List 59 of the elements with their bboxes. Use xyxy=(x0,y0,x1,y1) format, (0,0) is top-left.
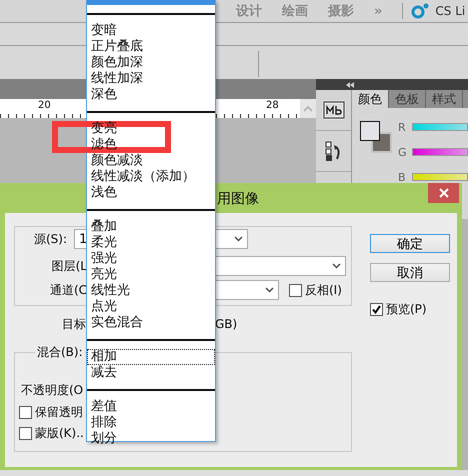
field-label: 不透明度(O xyxy=(21,382,84,398)
field-label: 源(S): xyxy=(34,230,68,248)
checkbox[interactable] xyxy=(19,426,32,440)
checkbox-label: 蒙版(K).. xyxy=(35,424,84,442)
dialog-button[interactable]: 确定 xyxy=(370,234,450,253)
history-icon[interactable] xyxy=(324,141,342,161)
menu-item[interactable]: 点光 xyxy=(87,299,215,315)
caret-icon xyxy=(265,287,274,293)
check-icon xyxy=(372,305,381,314)
close-icon xyxy=(438,188,448,198)
checkbox-label: 预览(P) xyxy=(386,301,427,318)
channel-label: B xyxy=(398,170,407,184)
menu-item[interactable]: 柔光 xyxy=(87,235,215,251)
checkbox-label: 反相(I) xyxy=(305,282,342,298)
menu-item[interactable]: 颜色加深 xyxy=(87,55,215,71)
menu-item[interactable]: 差值 xyxy=(87,399,215,415)
dialog-button[interactable]: 取消 xyxy=(370,263,450,282)
channel-label: G xyxy=(398,146,408,158)
menu-item[interactable]: 线性加深 xyxy=(87,71,215,87)
menu-item[interactable]: 亮光 xyxy=(87,267,215,283)
checkbox[interactable] xyxy=(19,406,32,418)
checkbox[interactable] xyxy=(370,303,383,316)
menu-item[interactable]: 深色 xyxy=(87,87,215,103)
ruler-label: 28 xyxy=(266,100,279,111)
panel-tab[interactable]: 颜色 xyxy=(352,90,389,108)
color-ramp[interactable] xyxy=(412,148,468,156)
color-ramp[interactable] xyxy=(412,173,468,181)
dialog-title: 用图像 xyxy=(217,190,259,208)
target-value: GB) xyxy=(215,317,238,331)
mini-bridge-icon[interactable] xyxy=(322,101,344,119)
field-label: 目标 xyxy=(61,316,86,332)
menu-item[interactable]: 实色混合 xyxy=(87,315,215,331)
field-label: 通道(C xyxy=(48,282,87,298)
color-ramp[interactable] xyxy=(412,123,468,131)
menu-item[interactable]: 颜色减淡 xyxy=(87,153,215,169)
menu-item[interactable]: 排除 xyxy=(87,415,215,431)
menu-item[interactable]: 减去 xyxy=(87,365,215,381)
menu-item[interactable]: 变暗 xyxy=(87,23,215,39)
panel-tab[interactable]: 色板 xyxy=(389,90,426,108)
checkbox[interactable] xyxy=(289,284,302,296)
menu-item[interactable]: 正片叠底 xyxy=(87,39,215,55)
menu-item[interactable]: 浅色 xyxy=(87,185,215,201)
caret-icon xyxy=(234,236,243,242)
color-swatches-drawing[interactable] xyxy=(360,121,392,153)
menu-item[interactable]: 线性光 xyxy=(87,283,215,299)
close-button[interactable] xyxy=(428,183,459,203)
panel-tab[interactable]: 样式 xyxy=(426,90,463,108)
ruler-label: 20 xyxy=(38,100,51,111)
collapse-icon[interactable] xyxy=(346,82,354,88)
menu-item[interactable]: 相加 xyxy=(87,349,215,365)
field-label: 图层(L xyxy=(50,258,87,274)
workspace-label[interactable]: CS Li xyxy=(435,4,466,18)
menu-item[interactable]: 线性减淡（添加） xyxy=(87,169,215,185)
menu-item[interactable]: 叠加 xyxy=(87,219,215,235)
caret-icon xyxy=(332,263,341,269)
checkbox-label: 保留透明 xyxy=(35,404,83,420)
channel-label: R xyxy=(398,120,407,134)
group-label: 混合(B): xyxy=(35,344,85,361)
menu-item[interactable]: 强光 xyxy=(87,251,215,267)
